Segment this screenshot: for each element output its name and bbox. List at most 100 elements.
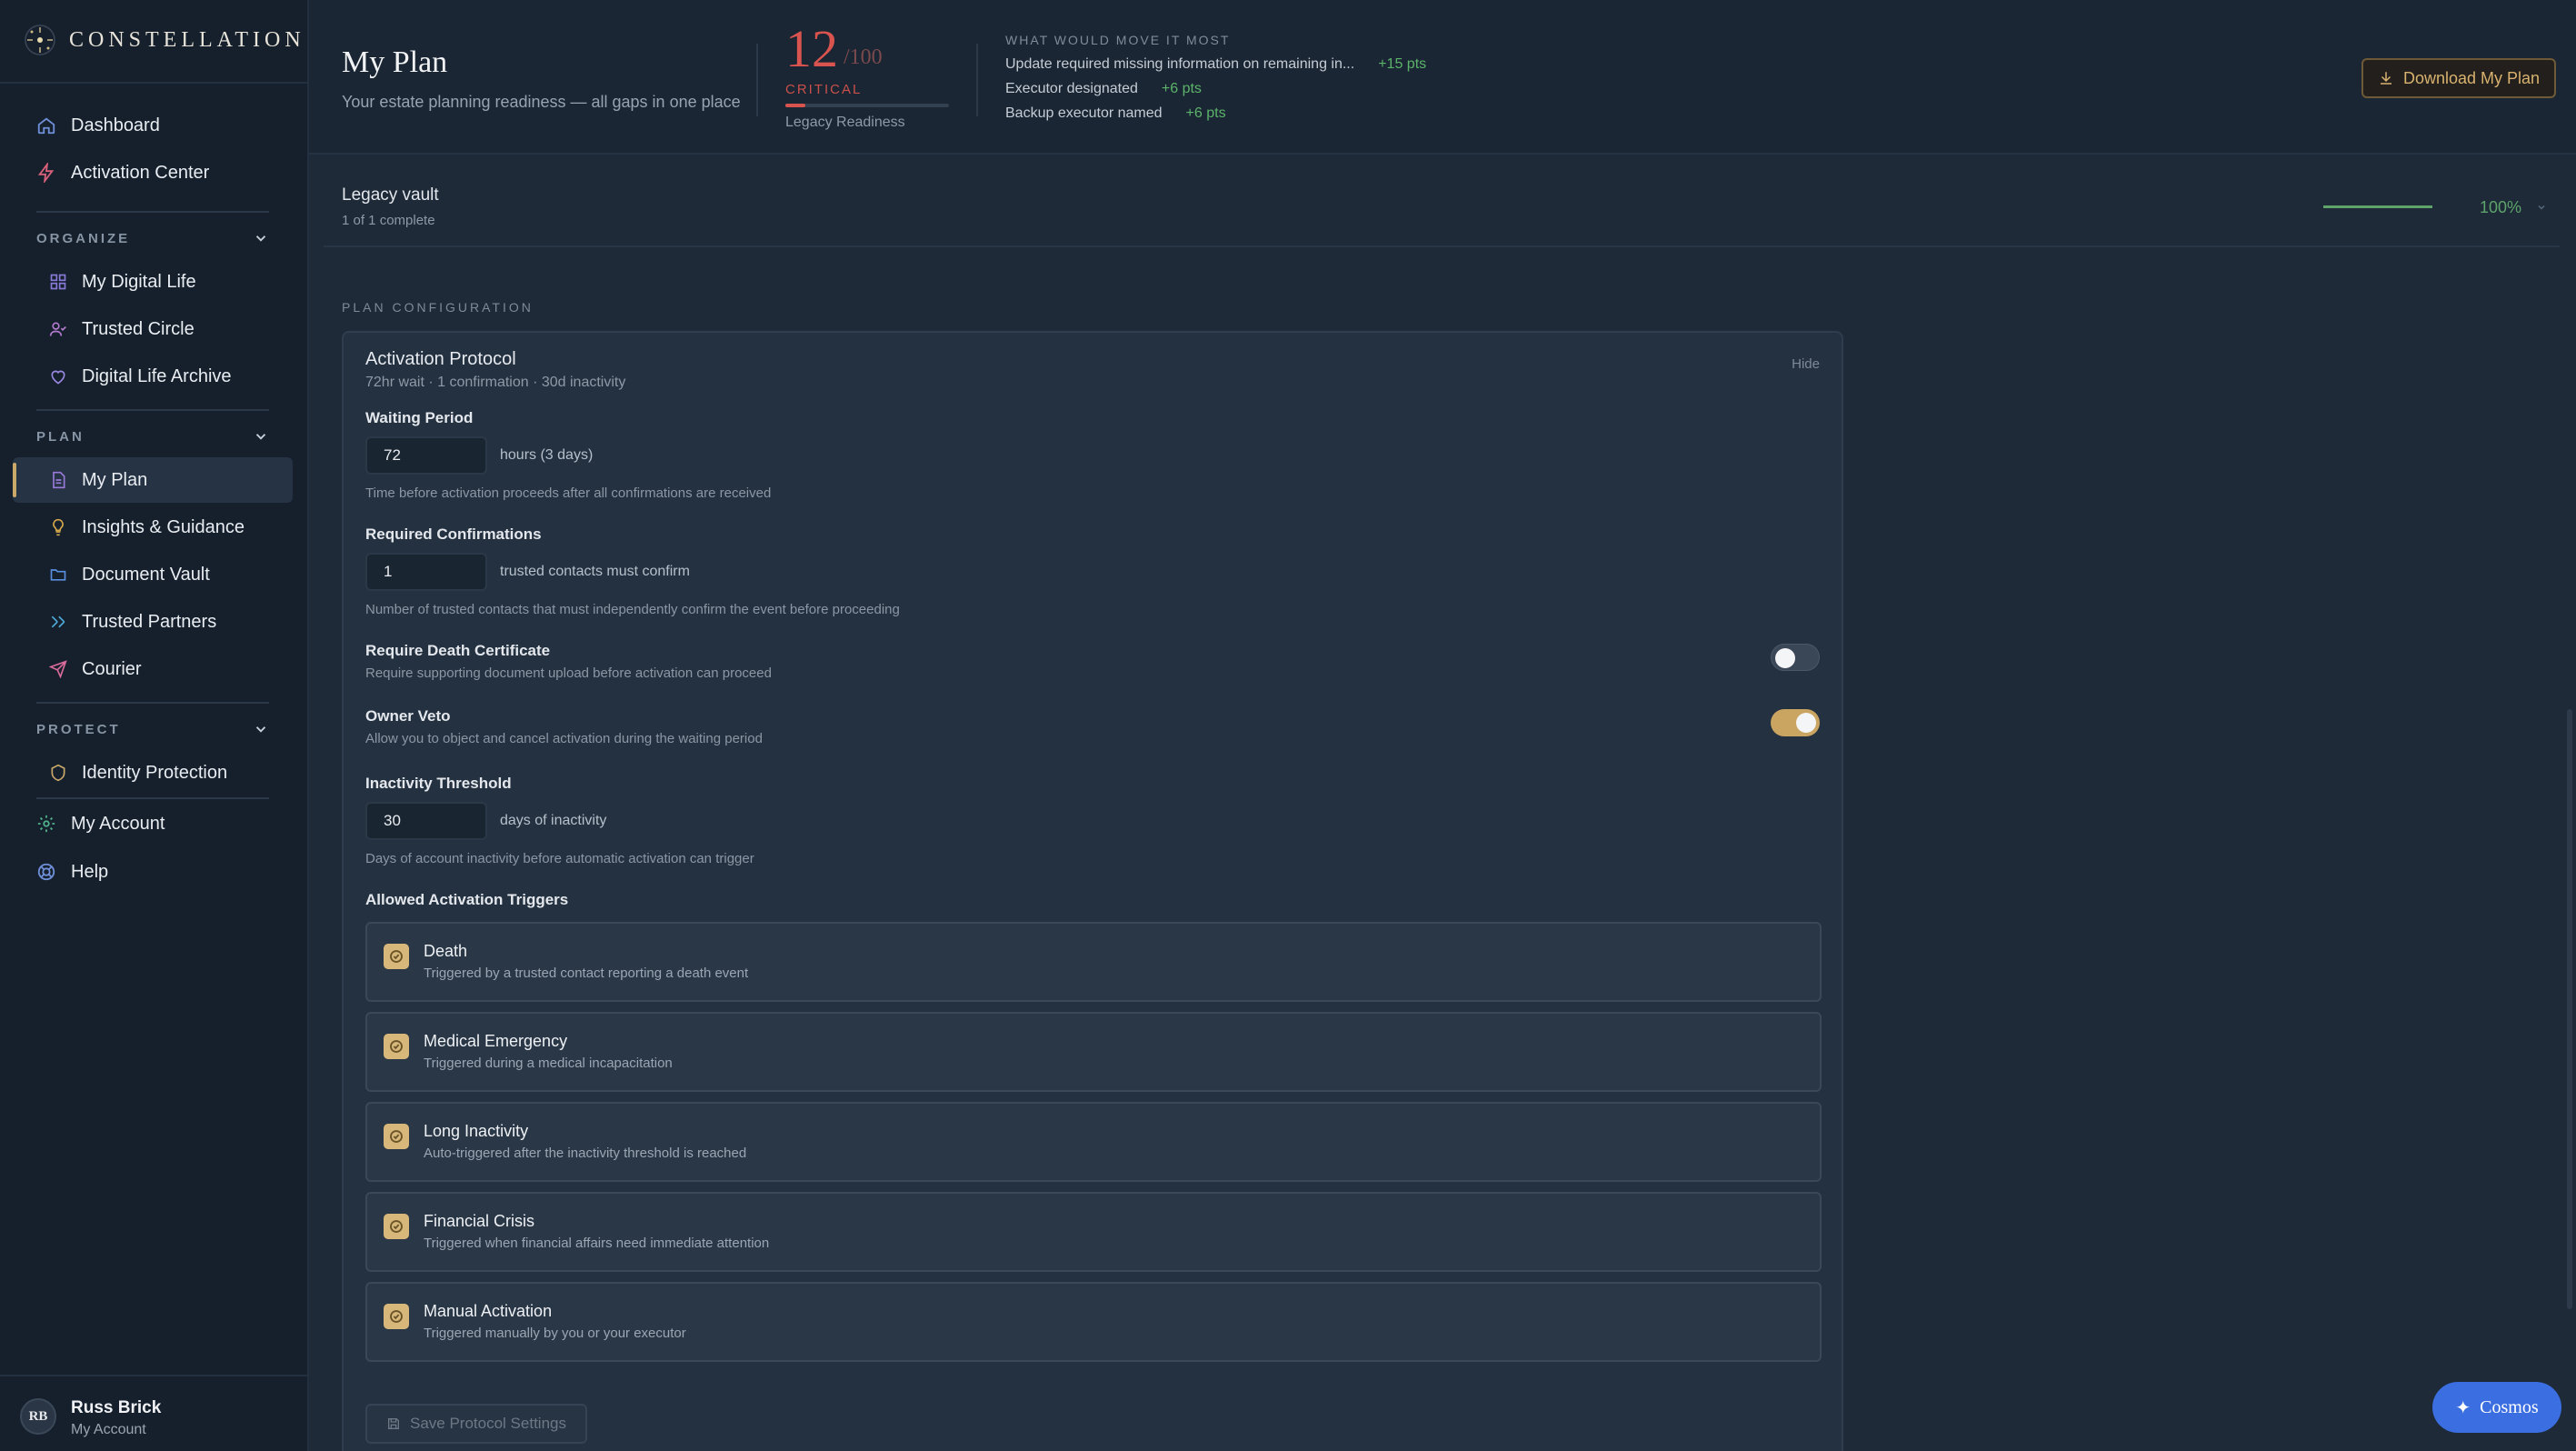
sidebar-item-label: Help: [71, 861, 109, 882]
sidebar-item-help[interactable]: Help: [0, 848, 309, 896]
sparkle-icon: ✦: [2455, 1397, 2471, 1418]
sidebar-item-trusted-partners[interactable]: Trusted Partners: [13, 599, 293, 645]
home-icon: [37, 117, 55, 135]
trigger-option-manual-activation[interactable]: Manual Activation Triggered manually by …: [365, 1282, 1822, 1362]
download-plan-button[interactable]: Download My Plan: [2361, 58, 2556, 98]
sidebar-item-my-digital-life[interactable]: My Digital Life: [13, 259, 293, 305]
sidebar-item-label: My Plan: [82, 469, 148, 490]
checkbox-checked-icon[interactable]: [384, 1124, 409, 1149]
sidebar-item-label: Trusted Partners: [82, 611, 217, 632]
checkbox-checked-icon[interactable]: [384, 1214, 409, 1239]
move-item-text: Backup executor named: [1005, 105, 1163, 121]
sidebar-item-label: Courier: [82, 658, 142, 679]
sidebar: CONSTELLATION Dashboard Activation Cente…: [0, 0, 309, 1451]
section-header-plan[interactable]: PLAN: [36, 425, 269, 447]
trigger-option-financial-crisis[interactable]: Financial Crisis Triggered when financia…: [365, 1192, 1822, 1272]
checkbox-checked-icon[interactable]: [384, 1034, 409, 1059]
activation-protocol-card: Activation Protocol 72hr wait · 1 confir…: [342, 331, 1843, 1451]
save-protocol-label: Save Protocol Settings: [410, 1415, 566, 1432]
send-icon: [49, 660, 67, 678]
main-content: Legacy vault 1 of 1 complete 100% PLAN C…: [309, 155, 2576, 1451]
download-plan-label: Download My Plan: [2402, 68, 2541, 87]
readiness-score-denominator: /100: [844, 45, 883, 69]
trigger-description: Triggered when financial affairs need im…: [424, 1236, 770, 1251]
card-title: Activation Protocol: [365, 349, 516, 369]
page-title: My Plan: [342, 45, 448, 79]
sidebar-item-courier[interactable]: Courier: [13, 646, 293, 692]
user-check-icon: [49, 322, 66, 336]
required-confirmations-input[interactable]: 1: [365, 553, 487, 591]
move-item-points: +6 pts: [1161, 81, 1202, 96]
plan-configuration-heading: PLAN CONFIGURATION: [342, 300, 534, 315]
sidebar-item-digital-life-archive[interactable]: Digital Life Archive: [13, 354, 293, 399]
inactivity-threshold-label: Inactivity Threshold: [365, 775, 512, 792]
sidebar-item-activation-center[interactable]: Activation Center: [0, 149, 309, 196]
trigger-option-long-inactivity[interactable]: Long Inactivity Auto-triggered after the…: [365, 1102, 1822, 1182]
move-item[interactable]: Update required missing information on r…: [1005, 56, 1426, 73]
move-item[interactable]: Executor designated +6 pts: [1005, 81, 1202, 97]
move-item-text: Update required missing information on r…: [1005, 56, 1355, 72]
chevron-down-icon: [255, 235, 266, 242]
readiness-progress-bar: [785, 104, 949, 107]
chevron-down-icon[interactable]: [2536, 202, 2547, 213]
trigger-name: Financial Crisis: [424, 1212, 535, 1230]
save-protocol-button[interactable]: Save Protocol Settings: [365, 1404, 587, 1444]
section-title: ORGANIZE: [36, 230, 131, 246]
checkbox-checked-icon[interactable]: [384, 1304, 409, 1329]
checkbox-checked-icon[interactable]: [384, 944, 409, 969]
owner-veto-help: Allow you to object and cancel activatio…: [365, 731, 763, 746]
user-profile[interactable]: RB Russ Brick My Account: [0, 1375, 309, 1451]
sidebar-item-label: Dashboard: [71, 115, 160, 135]
divider: [36, 211, 269, 213]
sidebar-item-trusted-circle[interactable]: Trusted Circle: [13, 306, 293, 352]
hide-button[interactable]: Hide: [1792, 356, 1820, 372]
scrollbar[interactable]: [2567, 709, 2572, 1309]
section-header-organize[interactable]: ORGANIZE: [36, 227, 269, 249]
save-icon: [388, 1418, 399, 1429]
sidebar-item-label: Identity Protection: [82, 762, 228, 783]
trigger-option-death[interactable]: Death Triggered by a trusted contact rep…: [365, 922, 1822, 1002]
owner-veto-toggle[interactable]: [1771, 709, 1820, 736]
section-header-protect[interactable]: PROTECT: [36, 718, 269, 740]
gear-icon: [37, 815, 55, 833]
sidebar-item-my-account[interactable]: My Account: [0, 800, 309, 847]
inactivity-threshold-unit: days of inactivity: [500, 813, 607, 828]
card-subtitle: 72hr wait · 1 confirmation · 30d inactiv…: [365, 375, 626, 390]
move-item[interactable]: Backup executor named +6 pts: [1005, 105, 1226, 122]
legacy-vault-row[interactable]: Legacy vault 1 of 1 complete 100%: [324, 155, 2560, 247]
move-item-points: +6 pts: [1185, 105, 1226, 121]
download-icon: [2380, 72, 2391, 85]
trigger-description: Auto-triggered after the inactivity thre…: [424, 1146, 747, 1161]
divider: [36, 409, 269, 411]
required-confirmations-label: Required Confirmations: [365, 525, 542, 543]
grid-icon: [50, 274, 66, 290]
owner-veto-label: Owner Veto: [365, 707, 451, 725]
required-confirmations-help: Number of trusted contacts that must ind…: [365, 602, 900, 617]
inactivity-threshold-input[interactable]: 30: [365, 802, 487, 840]
sidebar-item-label: Trusted Circle: [82, 318, 195, 339]
bolt-icon: [37, 163, 55, 183]
readiness-progress-fill: [785, 104, 805, 107]
sidebar-item-my-plan[interactable]: My Plan: [13, 457, 293, 503]
shield-icon: [51, 764, 65, 782]
required-confirmations-unit: trusted contacts must confirm: [500, 564, 690, 579]
readiness-score: 12: [785, 19, 838, 78]
trigger-option-medical-emergency[interactable]: Medical Emergency Triggered during a med…: [365, 1012, 1822, 1092]
lifebuoy-icon: [37, 863, 55, 881]
sidebar-item-insights-guidance[interactable]: Insights & Guidance: [13, 505, 293, 550]
waiting-period-input[interactable]: 72: [365, 436, 487, 475]
move-item-points: +15 pts: [1378, 56, 1427, 72]
sidebar-item-label: Digital Life Archive: [82, 365, 232, 386]
death-certificate-toggle[interactable]: [1771, 644, 1820, 671]
sidebar-item-dashboard[interactable]: Dashboard: [0, 102, 309, 149]
sidebar-item-identity-protection[interactable]: Identity Protection: [13, 750, 293, 796]
death-certificate-label: Require Death Certificate: [365, 642, 551, 659]
readiness-label: Legacy Readiness: [785, 115, 905, 130]
cosmos-assistant-button[interactable]: ✦ Cosmos: [2432, 1382, 2561, 1433]
brand[interactable]: CONSTELLATION: [22, 20, 305, 60]
legacy-vault-progress-bar: [2323, 205, 2432, 208]
cosmos-label: Cosmos: [2480, 1396, 2539, 1417]
sidebar-item-document-vault[interactable]: Document Vault: [13, 552, 293, 597]
trigger-description: Triggered manually by you or your execut…: [424, 1326, 686, 1341]
sidebar-item-label: My Account: [71, 813, 165, 834]
